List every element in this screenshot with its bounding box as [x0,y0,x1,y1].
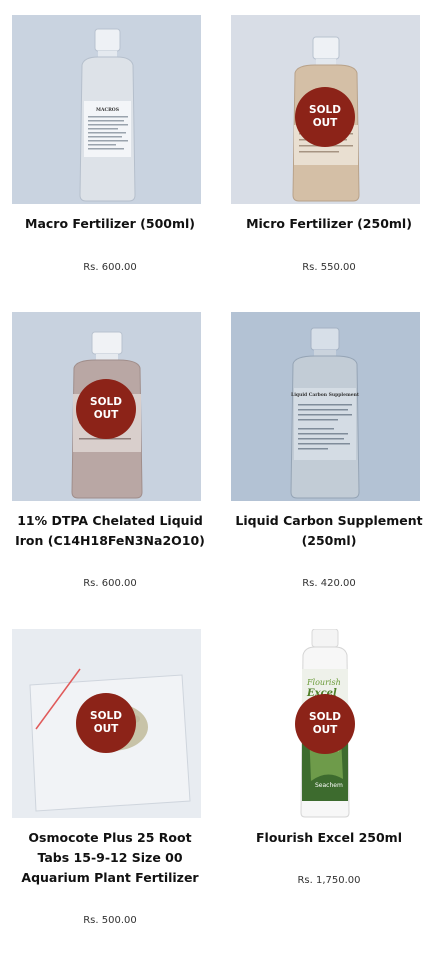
badge-line-2: OUT [312,724,338,736]
badge-line-1: SOLD [90,710,122,722]
product-price: Rs. 600.00 [83,578,137,589]
sold-out-badge: SOLD OUT [295,694,355,754]
badge-line-2: OUT [93,723,119,735]
product-image[interactable]: SOLD OUT [12,629,201,818]
product-price: Rs. 500.00 [83,915,137,926]
product-image[interactable]: SOLD OUT [231,15,420,204]
product-price: Rs. 550.00 [302,262,356,273]
product-price: Rs. 600.00 [83,262,137,273]
badge-line-1: SOLD [309,104,341,116]
badge-line-2: OUT [93,409,119,421]
brand-line-1: Flourish [306,678,341,687]
product-title[interactable]: Liquid Carbon Supplement (250ml) [231,511,427,551]
product-card[interactable]: MACROS Macro Fertilizer (500ml) Rs. 600.… [12,15,208,285]
product-title[interactable]: Macro Fertilizer (500ml) [12,214,208,234]
product-card[interactable]: SOLD OUT Osmocote Plus 25 Root Tabs 15-9-… [12,629,208,934]
sold-out-badge: SOLD OUT [295,87,355,147]
sold-out-badge: SOLD OUT [76,379,136,439]
badge-line-2: OUT [312,117,338,129]
maker-name: Seachem [315,782,343,789]
badge-line-1: SOLD [309,711,341,723]
product-image[interactable]: MACROS [12,15,201,204]
product-card[interactable]: Flourish Excel Seachem SOLDOUT Flourish … [231,629,427,899]
product-title[interactable]: 11% DTPA Chelated Liquid Iron (C14H18FeN… [12,511,208,551]
product-title[interactable]: Osmocote Plus 25 Root Tabs 15-9-12 Size … [12,828,208,888]
product-card[interactable]: SOLD OUT Micro Fertilizer (250ml) Rs. 550… [231,15,427,285]
label-title: MACROS [96,107,119,113]
product-card[interactable]: Liquid Carbon Supplement Liquid Carbon S… [231,312,427,589]
product-price: Rs. 420.00 [302,578,356,589]
sold-out-badge: SOLD OUT [76,693,136,753]
product-price: Rs. 1,750.00 [297,875,361,886]
label-title: Liquid Carbon Supplement [291,392,360,398]
badge-line-1: SOLD [90,396,122,408]
product-title[interactable]: Micro Fertilizer (250ml) [231,214,427,234]
product-card[interactable]: SOLD OUT 11% DTPA Chelated Liquid Iron (C… [12,312,208,589]
product-image[interactable]: Liquid Carbon Supplement [231,312,420,501]
product-image[interactable]: Flourish Excel Seachem SOLDOUT [231,629,420,818]
product-image[interactable]: SOLD OUT [12,312,201,501]
product-title[interactable]: Flourish Excel 250ml [231,828,427,848]
